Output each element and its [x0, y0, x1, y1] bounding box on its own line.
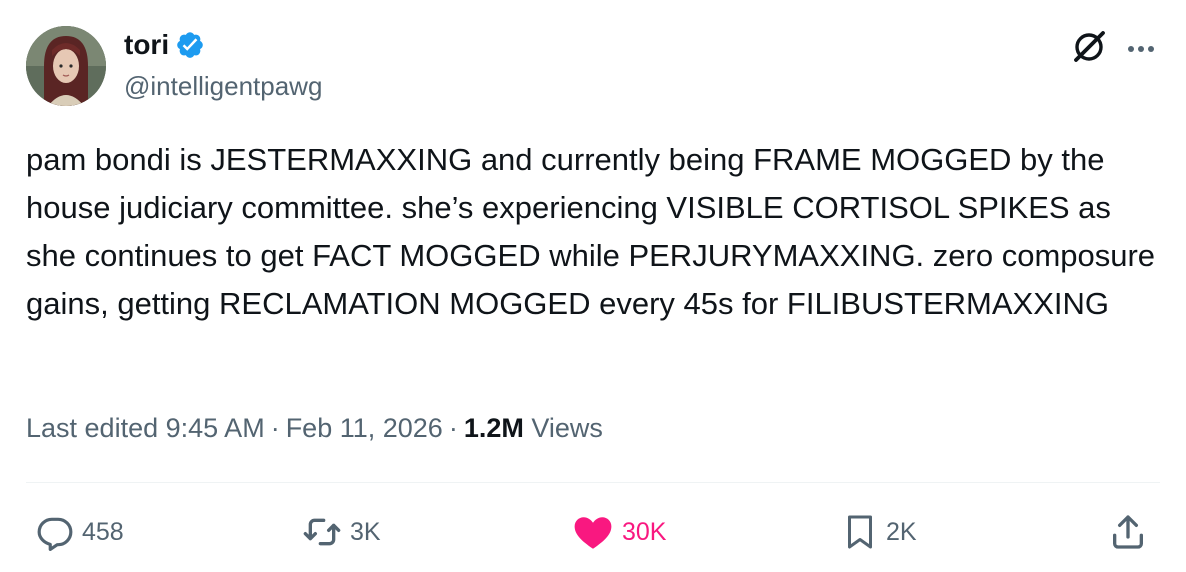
avatar[interactable] — [26, 26, 106, 106]
like-count: 30K — [622, 517, 667, 546]
repost-count: 3K — [350, 517, 381, 546]
reply-count: 458 — [82, 517, 124, 546]
reply-icon — [36, 513, 74, 551]
tweet-card: tori @intelligentpawg pam bondi is JESTE… — [0, 0, 1186, 572]
views-label: Views — [531, 413, 603, 443]
separator-dot: · — [270, 413, 280, 443]
tweet-top-actions — [1070, 28, 1156, 71]
verified-badge-icon[interactable] — [175, 30, 205, 60]
tweet-date[interactable]: Feb 11, 2026 — [286, 413, 443, 443]
repost-icon — [302, 512, 342, 552]
avatar-image — [26, 26, 106, 106]
tweet-time[interactable]: 9:45 AM — [166, 413, 265, 443]
share-icon — [1108, 512, 1148, 552]
edited-label[interactable]: Last edited — [26, 413, 158, 443]
author-name-row: tori — [124, 28, 205, 62]
tweet-action-bar: 458 3K 30K 2K — [26, 504, 1160, 560]
separator-dot: · — [448, 413, 458, 443]
reply-button[interactable]: 458 — [36, 504, 124, 560]
tweet-metadata: Last edited 9:45 AM · Feb 11, 2026 · 1.2M Vi… — [26, 408, 603, 448]
like-button[interactable]: 30K — [572, 504, 666, 560]
heart-icon — [572, 511, 614, 553]
bookmark-button[interactable]: 2K — [842, 504, 917, 560]
divider — [26, 482, 1160, 483]
views-count: 1.2M — [463, 413, 524, 443]
tweet-text: pam bondi is JESTERMAXXING and currently… — [26, 142, 1156, 321]
author-handle[interactable]: @intelligentpawg — [124, 70, 322, 102]
bookmark-icon — [842, 512, 878, 552]
grok-icon[interactable] — [1070, 28, 1108, 71]
author-display-name[interactable]: tori — [124, 28, 169, 62]
more-options-icon[interactable] — [1126, 41, 1156, 59]
share-button[interactable] — [1108, 504, 1148, 560]
repost-button[interactable]: 3K — [302, 504, 381, 560]
bookmark-count: 2K — [886, 517, 917, 546]
